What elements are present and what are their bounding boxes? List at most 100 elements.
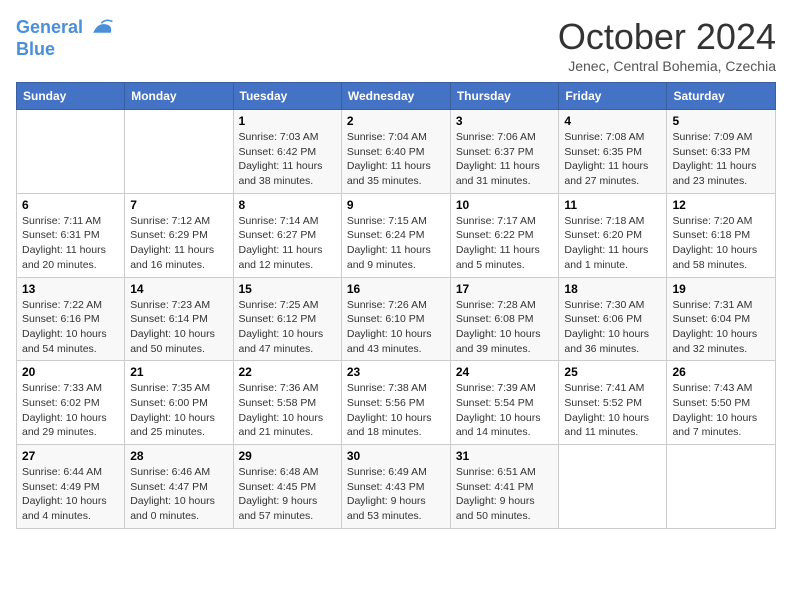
calendar-cell: 13 Sunrise: 7:22 AM Sunset: 6:16 PM Dayli…	[17, 277, 125, 361]
calendar-cell: 5 Sunrise: 7:09 AM Sunset: 6:33 PM Daylig…	[667, 110, 776, 194]
day-of-week-header: Friday	[559, 83, 667, 110]
calendar-cell: 14Sunrise: 7:23 AM Sunset: 6:14 PM Dayli…	[125, 277, 233, 361]
cell-info: Sunrise: 7:06 AM Sunset: 6:37 PM Dayligh…	[456, 130, 554, 189]
calendar-cell: 2 Sunrise: 7:04 AM Sunset: 6:40 PM Daylig…	[341, 110, 450, 194]
day-number: 2	[347, 114, 445, 128]
calendar-week-row: 20Sunrise: 7:33 AM Sunset: 6:02 PM Dayli…	[17, 361, 776, 445]
day-number: 25	[564, 365, 661, 379]
calendar-cell	[667, 445, 776, 529]
calendar-header-row: SundayMondayTuesdayWednesdayThursdayFrid…	[17, 83, 776, 110]
calendar-cell: 17Sunrise: 7:28 AM Sunset: 6:08 PM Dayli…	[450, 277, 559, 361]
day-number: 13	[22, 282, 119, 296]
calendar-cell: 7 Sunrise: 7:12 AM Sunset: 6:29 PM Daylig…	[125, 193, 233, 277]
calendar-cell	[125, 110, 233, 194]
day-number: 30	[347, 449, 445, 463]
calendar-cell: 19Sunrise: 7:31 AM Sunset: 6:04 PM Dayli…	[667, 277, 776, 361]
day-number: 21	[130, 365, 227, 379]
calendar-week-row: 1Sunrise: 7:03 AM Sunset: 6:42 PM Daylig…	[17, 110, 776, 194]
calendar-cell: 11 Sunrise: 7:18 AM Sunset: 6:20 PM Dayli…	[559, 193, 667, 277]
cell-info: Sunrise: 7:30 AM Sunset: 6:06 PM Dayligh…	[564, 298, 661, 357]
cell-info: Sunrise: 7:26 AM Sunset: 6:10 PM Dayligh…	[347, 298, 445, 357]
cell-info: Sunrise: 7:31 AM Sunset: 6:04 PM Dayligh…	[672, 298, 770, 357]
cell-info: Sunrise: 7:33 AM Sunset: 6:02 PM Dayligh…	[22, 381, 119, 440]
day-number: 14	[130, 282, 227, 296]
calendar-cell: 27 Sunrise: 6:44 AM Sunset: 4:49 PM Dayli…	[17, 445, 125, 529]
day-of-week-header: Saturday	[667, 83, 776, 110]
day-number: 10	[456, 198, 554, 212]
day-number: 22	[239, 365, 336, 379]
day-of-week-header: Monday	[125, 83, 233, 110]
cell-info: Sunrise: 6:51 AM Sunset: 4:41 PM Dayligh…	[456, 465, 554, 524]
cell-info: Sunrise: 6:49 AM Sunset: 4:43 PM Dayligh…	[347, 465, 445, 524]
cell-info: Sunrise: 7:11 AM Sunset: 6:31 PM Dayligh…	[22, 214, 119, 273]
page-header: General Blue October 2024 Jenec, Central…	[16, 16, 776, 74]
cell-info: Sunrise: 6:44 AM Sunset: 4:49 PM Dayligh…	[22, 465, 119, 524]
day-of-week-header: Wednesday	[341, 83, 450, 110]
day-number: 15	[239, 282, 336, 296]
day-number: 29	[239, 449, 336, 463]
cell-info: Sunrise: 7:09 AM Sunset: 6:33 PM Dayligh…	[672, 130, 770, 189]
cell-info: Sunrise: 6:46 AM Sunset: 4:47 PM Dayligh…	[130, 465, 227, 524]
calendar-cell: 20Sunrise: 7:33 AM Sunset: 6:02 PM Dayli…	[17, 361, 125, 445]
day-of-week-header: Tuesday	[233, 83, 341, 110]
day-number: 9	[347, 198, 445, 212]
cell-info: Sunrise: 7:22 AM Sunset: 6:16 PM Dayligh…	[22, 298, 119, 357]
cell-info: Sunrise: 7:08 AM Sunset: 6:35 PM Dayligh…	[564, 130, 661, 189]
day-number: 12	[672, 198, 770, 212]
cell-info: Sunrise: 7:25 AM Sunset: 6:12 PM Dayligh…	[239, 298, 336, 357]
logo-blue: Blue	[16, 40, 114, 60]
day-number: 26	[672, 365, 770, 379]
calendar-cell: 10 Sunrise: 7:17 AM Sunset: 6:22 PM Dayli…	[450, 193, 559, 277]
calendar-cell: 12 Sunrise: 7:20 AM Sunset: 6:18 PM Dayli…	[667, 193, 776, 277]
day-number: 28	[130, 449, 227, 463]
calendar-week-row: 13 Sunrise: 7:22 AM Sunset: 6:16 PM Dayli…	[17, 277, 776, 361]
day-number: 3	[456, 114, 554, 128]
cell-info: Sunrise: 6:48 AM Sunset: 4:45 PM Dayligh…	[239, 465, 336, 524]
calendar-cell: 3 Sunrise: 7:06 AM Sunset: 6:37 PM Daylig…	[450, 110, 559, 194]
calendar-cell: 16 Sunrise: 7:26 AM Sunset: 6:10 PM Dayli…	[341, 277, 450, 361]
calendar-cell: 4 Sunrise: 7:08 AM Sunset: 6:35 PM Daylig…	[559, 110, 667, 194]
day-number: 18	[564, 282, 661, 296]
day-number: 23	[347, 365, 445, 379]
calendar-cell	[17, 110, 125, 194]
calendar-cell: 21 Sunrise: 7:35 AM Sunset: 6:00 PM Dayli…	[125, 361, 233, 445]
calendar-cell: 23 Sunrise: 7:38 AM Sunset: 5:56 PM Dayli…	[341, 361, 450, 445]
calendar-week-row: 6Sunrise: 7:11 AM Sunset: 6:31 PM Daylig…	[17, 193, 776, 277]
day-number: 16	[347, 282, 445, 296]
cell-info: Sunrise: 7:12 AM Sunset: 6:29 PM Dayligh…	[130, 214, 227, 273]
cell-info: Sunrise: 7:14 AM Sunset: 6:27 PM Dayligh…	[239, 214, 336, 273]
day-number: 27	[22, 449, 119, 463]
cell-info: Sunrise: 7:04 AM Sunset: 6:40 PM Dayligh…	[347, 130, 445, 189]
calendar-body: 1Sunrise: 7:03 AM Sunset: 6:42 PM Daylig…	[17, 110, 776, 529]
logo-text: General	[16, 16, 114, 40]
calendar-cell: 24Sunrise: 7:39 AM Sunset: 5:54 PM Dayli…	[450, 361, 559, 445]
cell-info: Sunrise: 7:18 AM Sunset: 6:20 PM Dayligh…	[564, 214, 661, 273]
day-of-week-header: Sunday	[17, 83, 125, 110]
day-of-week-header: Thursday	[450, 83, 559, 110]
cell-info: Sunrise: 7:17 AM Sunset: 6:22 PM Dayligh…	[456, 214, 554, 273]
day-number: 7	[130, 198, 227, 212]
cell-info: Sunrise: 7:35 AM Sunset: 6:00 PM Dayligh…	[130, 381, 227, 440]
day-number: 1	[239, 114, 336, 128]
day-number: 11	[564, 198, 661, 212]
calendar-cell: 30 Sunrise: 6:49 AM Sunset: 4:43 PM Dayli…	[341, 445, 450, 529]
cell-info: Sunrise: 7:38 AM Sunset: 5:56 PM Dayligh…	[347, 381, 445, 440]
calendar-cell: 22Sunrise: 7:36 AM Sunset: 5:58 PM Dayli…	[233, 361, 341, 445]
day-number: 17	[456, 282, 554, 296]
calendar-cell: 31Sunrise: 6:51 AM Sunset: 4:41 PM Dayli…	[450, 445, 559, 529]
day-number: 4	[564, 114, 661, 128]
calendar-cell	[559, 445, 667, 529]
title-block: October 2024 Jenec, Central Bohemia, Cze…	[558, 16, 776, 74]
calendar-cell: 9 Sunrise: 7:15 AM Sunset: 6:24 PM Daylig…	[341, 193, 450, 277]
logo: General Blue	[16, 16, 114, 60]
calendar-cell: 6Sunrise: 7:11 AM Sunset: 6:31 PM Daylig…	[17, 193, 125, 277]
cell-info: Sunrise: 7:20 AM Sunset: 6:18 PM Dayligh…	[672, 214, 770, 273]
month-title: October 2024	[558, 16, 776, 58]
day-number: 8	[239, 198, 336, 212]
calendar-cell: 18 Sunrise: 7:30 AM Sunset: 6:06 PM Dayli…	[559, 277, 667, 361]
cell-info: Sunrise: 7:41 AM Sunset: 5:52 PM Dayligh…	[564, 381, 661, 440]
cell-info: Sunrise: 7:15 AM Sunset: 6:24 PM Dayligh…	[347, 214, 445, 273]
calendar-cell: 15 Sunrise: 7:25 AM Sunset: 6:12 PM Dayli…	[233, 277, 341, 361]
day-number: 5	[672, 114, 770, 128]
cell-info: Sunrise: 7:43 AM Sunset: 5:50 PM Dayligh…	[672, 381, 770, 440]
